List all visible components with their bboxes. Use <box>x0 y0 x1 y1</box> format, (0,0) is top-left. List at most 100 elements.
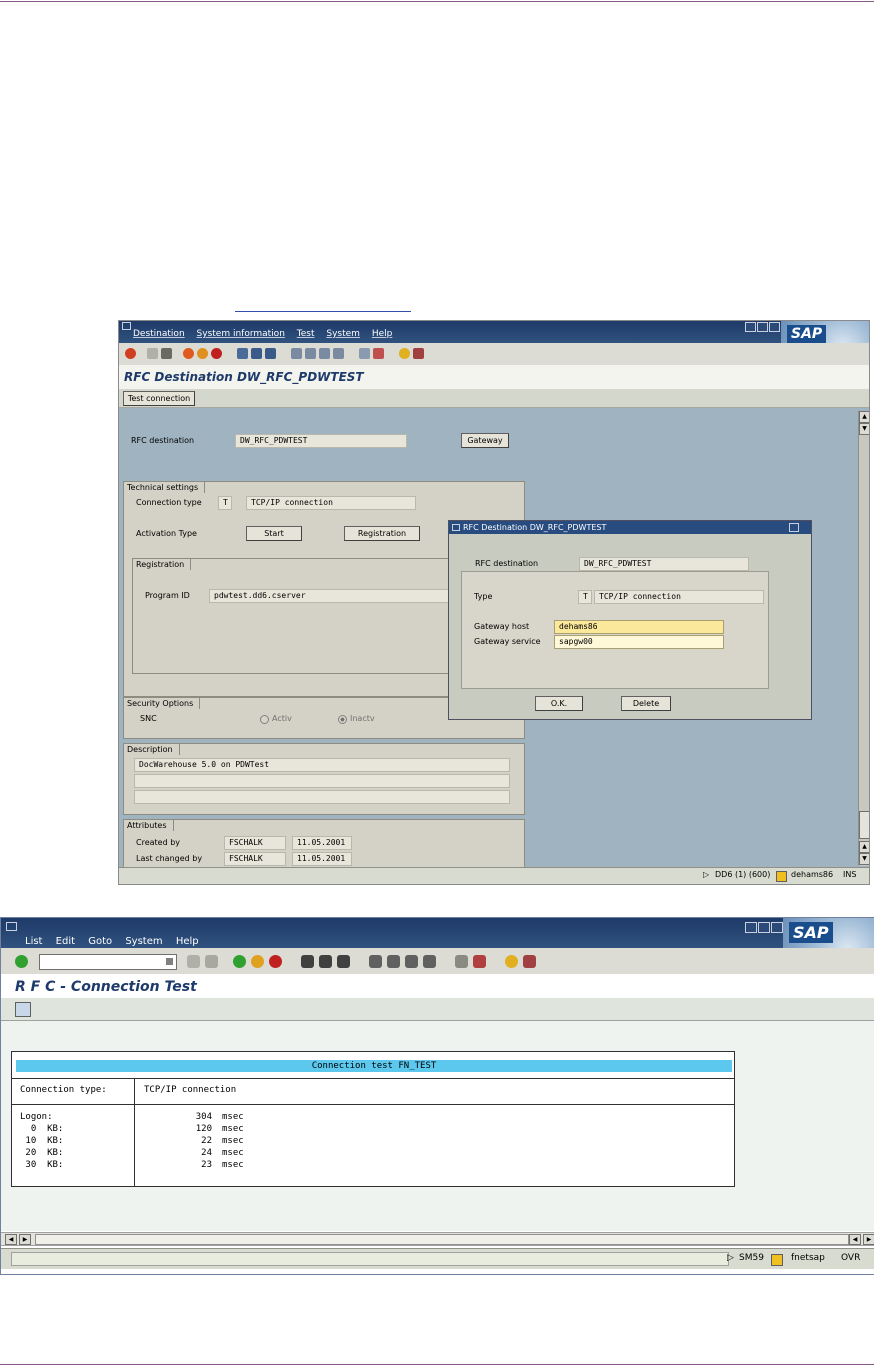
shortcut-icon[interactable] <box>373 348 384 359</box>
previous-page-icon-2[interactable] <box>387 955 400 968</box>
menu-system-information[interactable]: System information <box>197 329 285 339</box>
scroll-page-up-icon[interactable]: ▼ <box>859 423 869 435</box>
scroll-right-icon[interactable]: ▶ <box>19 1234 31 1245</box>
menu-help-2[interactable]: Help <box>176 936 199 947</box>
menu-help[interactable]: Help <box>372 329 393 339</box>
scroll-thumb[interactable] <box>859 811 869 839</box>
rfc-destination-field[interactable]: DW_RFC_PDWTEST <box>235 434 407 448</box>
status-toggle-icon-2[interactable]: ▷ <box>727 1253 734 1263</box>
dialog-menu-icon[interactable] <box>452 524 460 531</box>
ok-button[interactable]: O.K. <box>535 696 583 711</box>
scroll-up-icon[interactable]: ▲ <box>859 411 869 423</box>
scroll-left-end-icon[interactable]: ◀ <box>849 1234 861 1245</box>
menu-goto[interactable]: Goto <box>88 936 112 947</box>
horizontal-scrollbar[interactable]: ◀ ▶ ◀ ▶ <box>1 1232 874 1246</box>
status-bar-2: ▷ SM59 fnetsap OVR <box>1 1248 874 1269</box>
help-icon-2[interactable] <box>505 955 518 968</box>
delete-button[interactable]: Delete <box>621 696 671 711</box>
menu-edit[interactable]: Edit <box>56 936 75 947</box>
find-icon[interactable] <box>251 348 262 359</box>
start-button[interactable]: Start <box>246 526 302 541</box>
enter-icon[interactable] <box>125 348 136 359</box>
connection-type-code[interactable]: T <box>218 496 232 510</box>
minimize-icon[interactable] <box>745 322 756 332</box>
previous-page-icon[interactable] <box>305 348 316 359</box>
back-nav-icon[interactable] <box>183 348 194 359</box>
snc-label: SNC <box>140 714 157 723</box>
save-icon-2[interactable] <box>205 955 218 968</box>
connection-type-label: Connection type <box>136 498 202 507</box>
description-line-1[interactable]: DocWarehouse 5.0 on PDWTest <box>134 758 510 772</box>
create-session-icon-2[interactable] <box>455 955 468 968</box>
back-nav-icon-2[interactable] <box>233 955 246 968</box>
hyperlink-underline[interactable] <box>235 311 411 312</box>
last-page-icon[interactable] <box>333 348 344 359</box>
next-page-icon[interactable] <box>319 348 330 359</box>
security-options-tab[interactable]: Security Options <box>123 697 201 709</box>
registration-tab[interactable]: Registration <box>132 558 192 570</box>
maximize-icon-2[interactable] <box>758 922 770 933</box>
back-icon-2[interactable] <box>187 955 200 968</box>
find-icon-2[interactable] <box>319 955 332 968</box>
exit-icon-2[interactable] <box>251 955 264 968</box>
dialog-type-code: T <box>578 590 592 604</box>
layout-menu-icon[interactable] <box>413 348 424 359</box>
help-icon[interactable] <box>399 348 410 359</box>
next-page-icon-2[interactable] <box>405 955 418 968</box>
scroll-left-icon[interactable]: ◀ <box>5 1234 17 1245</box>
inactv-radio[interactable] <box>338 715 347 724</box>
minimize-icon-2[interactable] <box>745 922 757 933</box>
gateway-service-input[interactable]: sapgw00 <box>554 635 724 649</box>
scroll-down-icon[interactable]: ▼ <box>859 853 869 865</box>
technical-settings-tab[interactable]: Technical settings <box>123 481 206 493</box>
test-connection-button[interactable]: Test connection <box>123 391 195 406</box>
description-tab[interactable]: Description <box>123 743 180 755</box>
first-page-icon-2[interactable] <box>369 955 382 968</box>
menu-system-2[interactable]: System <box>125 936 162 947</box>
system-info-icon-2[interactable] <box>771 1254 783 1266</box>
description-line-2[interactable] <box>134 774 510 788</box>
print-icon-2[interactable] <box>301 955 314 968</box>
close-icon-2[interactable] <box>771 922 783 933</box>
exit-icon[interactable] <box>197 348 208 359</box>
print-icon[interactable] <box>237 348 248 359</box>
command-field[interactable] <box>39 954 177 970</box>
scroll-page-down-icon[interactable]: ▲ <box>859 841 869 853</box>
back-icon[interactable] <box>147 348 158 359</box>
last-page-icon-2[interactable] <box>423 955 436 968</box>
cancel-icon[interactable] <box>211 348 222 359</box>
gateway-button[interactable]: Gateway <box>461 433 509 448</box>
attributes-tab[interactable]: Attributes <box>123 819 174 831</box>
save-icon[interactable] <box>161 348 172 359</box>
command-history-icon[interactable] <box>166 958 173 965</box>
first-page-icon[interactable] <box>291 348 302 359</box>
cancel-icon-2[interactable] <box>269 955 282 968</box>
layout-menu-icon-2[interactable] <box>523 955 536 968</box>
dialog-close-icon[interactable] <box>789 523 799 532</box>
menu-list[interactable]: List <box>25 936 42 947</box>
maximize-icon[interactable] <box>757 322 768 332</box>
menu-system[interactable]: System <box>326 329 360 339</box>
registration-button[interactable]: Registration <box>344 526 420 541</box>
shortcut-icon-2[interactable] <box>473 955 486 968</box>
menu-destination[interactable]: Destination <box>133 329 185 339</box>
enter-icon-2[interactable] <box>15 955 28 968</box>
window-menu-icon-2[interactable] <box>6 922 17 931</box>
scroll-track[interactable] <box>35 1234 849 1245</box>
gateway-host-input[interactable]: dehams86 <box>554 620 724 634</box>
divider <box>12 1104 734 1105</box>
close-icon[interactable] <box>769 322 780 332</box>
vertical-scrollbar[interactable]: ▲ ▼ ▲ ▼ <box>858 411 869 866</box>
find-next-icon[interactable] <box>265 348 276 359</box>
window-menu-icon[interactable] <box>122 322 131 330</box>
status-toggle-icon[interactable]: ▷ <box>703 870 709 879</box>
description-line-3[interactable] <box>134 790 510 804</box>
activ-radio[interactable] <box>260 715 269 724</box>
menu-test[interactable]: Test <box>297 329 315 339</box>
program-id-field[interactable]: pdwtest.dd6.cserver <box>209 589 465 603</box>
create-session-icon[interactable] <box>359 348 370 359</box>
find-next-icon-2[interactable] <box>337 955 350 968</box>
scroll-right-end-icon[interactable]: ▶ <box>863 1234 874 1245</box>
system-info-icon[interactable] <box>776 871 787 882</box>
magnifier-icon[interactable] <box>15 1002 31 1017</box>
